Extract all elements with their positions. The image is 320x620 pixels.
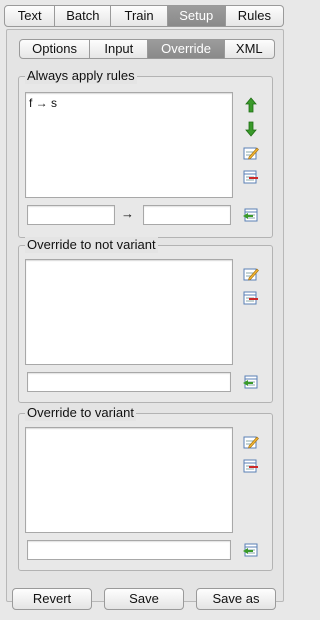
- setup-panel: Options Input Override XML Always apply …: [6, 29, 284, 602]
- save-as-button[interactable]: Save as: [196, 588, 276, 610]
- tab-train[interactable]: Train: [111, 5, 168, 27]
- always-apply-list[interactable]: f → s: [25, 92, 233, 198]
- delete-icon[interactable]: [243, 458, 259, 474]
- tab-setup[interactable]: Setup: [167, 5, 226, 27]
- to-field[interactable]: [143, 205, 231, 225]
- save-button[interactable]: Save: [104, 588, 184, 610]
- revert-button[interactable]: Revert: [12, 588, 92, 610]
- tab-text[interactable]: Text: [4, 5, 56, 27]
- override-variant-list[interactable]: [25, 427, 233, 533]
- tab-override[interactable]: Override: [148, 39, 225, 59]
- tab-options[interactable]: Options: [19, 39, 91, 59]
- edit-icon[interactable]: [243, 266, 259, 282]
- edit-icon[interactable]: [243, 434, 259, 450]
- always-apply-group: Always apply rules f → s →: [18, 68, 273, 238]
- arrow-down-icon[interactable]: [243, 121, 259, 137]
- add-icon[interactable]: [243, 542, 259, 558]
- separator-arrow: →: [121, 206, 134, 221]
- override-not-variant-list[interactable]: [25, 259, 233, 365]
- add-icon[interactable]: [243, 374, 259, 390]
- list-item[interactable]: f → s: [29, 96, 57, 110]
- override-variant-group: Override to variant: [18, 405, 273, 571]
- delete-icon[interactable]: [243, 290, 259, 306]
- tab-rules[interactable]: Rules: [225, 5, 284, 27]
- variant-input[interactable]: [27, 540, 231, 560]
- group-title: Override to variant: [25, 405, 136, 421]
- delete-icon[interactable]: [243, 169, 259, 185]
- arrow-up-icon[interactable]: [243, 97, 259, 113]
- group-title: Override to not variant: [25, 237, 158, 253]
- top-tab-bar: Text Batch Train Setup Rules: [4, 5, 284, 27]
- tab-input[interactable]: Input: [90, 39, 149, 59]
- group-title: Always apply rules: [25, 68, 137, 84]
- edit-icon[interactable]: [243, 145, 259, 161]
- tab-batch[interactable]: Batch: [55, 5, 112, 27]
- tab-xml[interactable]: XML: [224, 39, 275, 59]
- not-variant-input[interactable]: [27, 372, 231, 392]
- override-not-variant-group: Override to not variant: [18, 237, 273, 403]
- sub-tab-bar: Options Input Override XML: [19, 39, 275, 59]
- from-field[interactable]: [27, 205, 115, 225]
- add-icon[interactable]: [243, 207, 259, 223]
